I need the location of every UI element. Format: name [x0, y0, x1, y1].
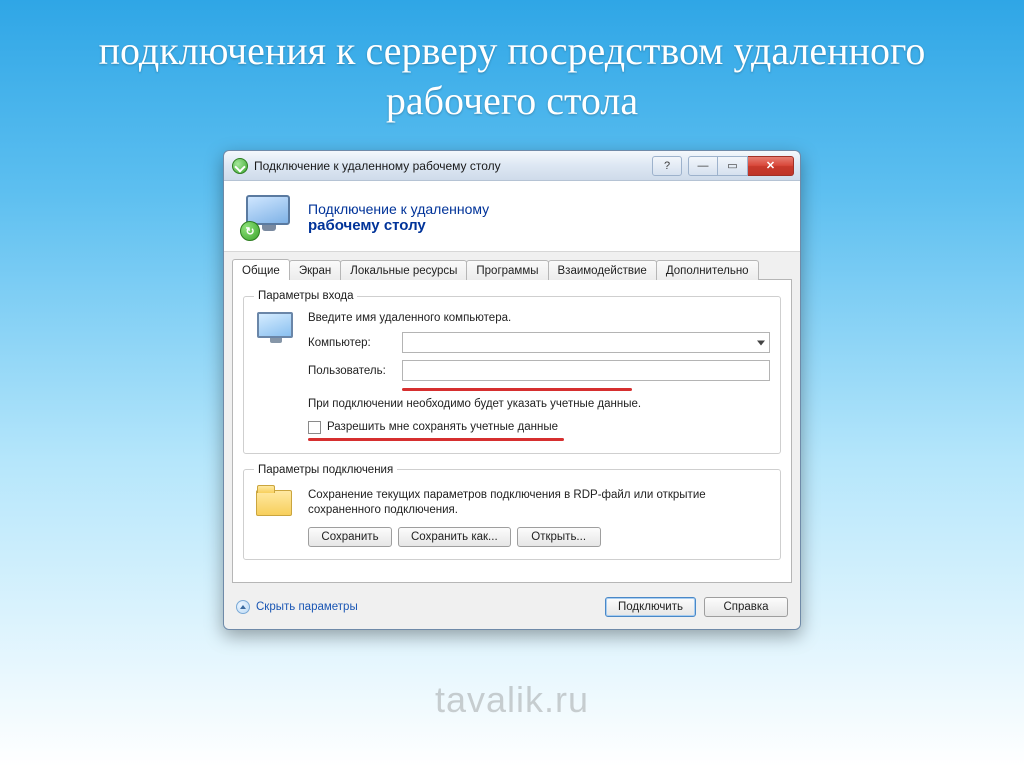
computer-label: Компьютер: — [308, 337, 394, 349]
annotation-underline-user — [402, 388, 632, 391]
tabs: Общие Экран Локальные ресурсы Программы … — [232, 260, 792, 280]
folder-icon — [254, 486, 296, 520]
slide-title: подключения к серверу посредством удален… — [0, 0, 1024, 144]
dialog-footer: Скрыть параметры Подключить Справка — [224, 587, 800, 629]
chevron-up-icon — [236, 600, 250, 614]
save-button[interactable]: Сохранить — [308, 527, 392, 547]
login-group: Параметры входа Введите имя удаленного к… — [243, 290, 781, 454]
window-title: Подключение к удаленному рабочему столу — [254, 159, 652, 173]
open-button[interactable]: Открыть... — [517, 527, 601, 547]
help-icon[interactable]: ? — [652, 156, 682, 176]
tab-programs[interactable]: Программы — [466, 260, 548, 280]
tab-local-resources[interactable]: Локальные ресурсы — [340, 260, 467, 280]
computer-combobox[interactable] — [402, 332, 770, 353]
login-legend: Параметры входа — [254, 290, 357, 302]
tab-display[interactable]: Экран — [289, 260, 341, 280]
user-label: Пользователь: — [308, 365, 394, 377]
tab-general[interactable]: Общие — [232, 259, 290, 280]
save-credentials-checkbox[interactable] — [308, 421, 321, 434]
minimize-button[interactable]: — — [688, 156, 718, 176]
computer-icon — [254, 312, 296, 352]
connection-group: Параметры подключения Сохранение текущих… — [243, 464, 781, 560]
connection-note: Сохранение текущих параметров подключени… — [308, 488, 770, 519]
banner-line2: рабочему столу — [308, 217, 489, 234]
titlebar[interactable]: Подключение к удаленному рабочему столу … — [224, 151, 800, 181]
watermark: tavalik.ru — [435, 679, 589, 721]
close-button[interactable]: ✕ — [748, 156, 794, 176]
save-as-button[interactable]: Сохранить как... — [398, 527, 511, 547]
banner-line1: Подключение к удаленному — [308, 201, 489, 217]
annotation-underline-checkbox — [308, 438, 564, 441]
login-hint: Введите имя удаленного компьютера. — [308, 312, 770, 324]
help-button[interactable]: Справка — [704, 597, 788, 617]
banner: ↻ Подключение к удаленному рабочему стол… — [224, 181, 800, 252]
tab-experience[interactable]: Взаимодействие — [548, 260, 657, 280]
rdp-window: Подключение к удаленному рабочему столу … — [223, 150, 801, 630]
connection-legend: Параметры подключения — [254, 464, 397, 476]
chevron-down-icon[interactable] — [757, 340, 765, 345]
tab-panel-general: Параметры входа Введите имя удаленного к… — [232, 279, 792, 583]
tab-advanced[interactable]: Дополнительно — [656, 260, 759, 280]
hide-options-link[interactable]: Скрыть параметры — [236, 600, 358, 614]
app-icon — [232, 158, 248, 174]
maximize-button[interactable]: ▭ — [718, 156, 748, 176]
rdp-icon: ↻ — [242, 195, 294, 239]
save-credentials-label: Разрешить мне сохранять учетные данные — [327, 421, 558, 433]
credentials-note: При подключении необходимо будет указать… — [308, 397, 770, 413]
connect-button[interactable]: Подключить — [605, 597, 696, 617]
user-field[interactable] — [402, 360, 770, 381]
